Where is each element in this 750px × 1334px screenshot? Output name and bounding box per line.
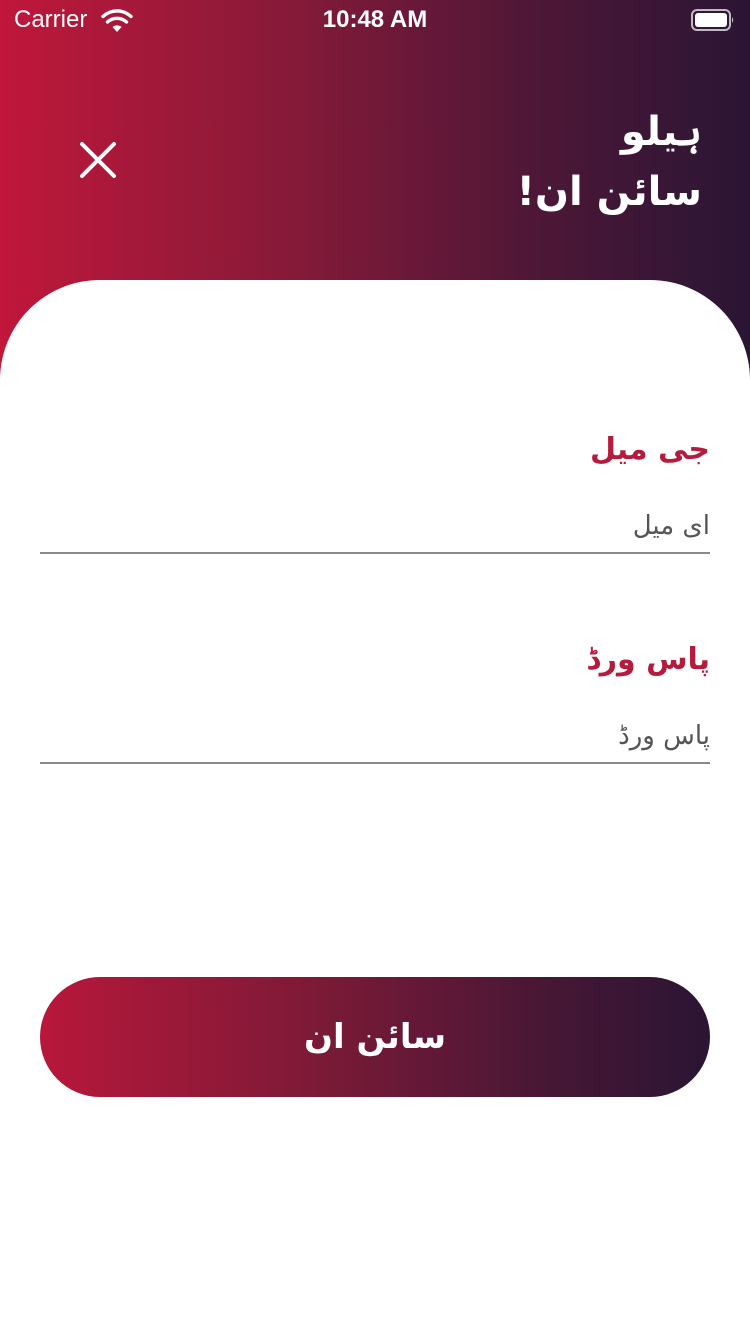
- signin-button[interactable]: سائن ان: [40, 977, 710, 1097]
- greeting-line-signin: سائن ان!: [516, 169, 702, 215]
- password-input[interactable]: [40, 710, 710, 764]
- email-input[interactable]: [40, 500, 710, 554]
- status-bar: Carrier 10:48 AM: [0, 0, 750, 40]
- password-field-group: پاس ورڈ: [40, 642, 710, 782]
- greeting-title: ہیلو سائن ان!: [282, 102, 702, 222]
- status-time: 10:48 AM: [322, 6, 428, 33]
- email-field-group: جی میل: [40, 432, 710, 572]
- password-label: پاس ورڈ: [586, 642, 710, 677]
- battery-icon: [691, 9, 734, 31]
- close-button[interactable]: [68, 130, 128, 190]
- close-icon: [80, 142, 116, 178]
- greeting-line-hello: ہیلو: [620, 109, 702, 155]
- email-label: جی میل: [589, 432, 710, 467]
